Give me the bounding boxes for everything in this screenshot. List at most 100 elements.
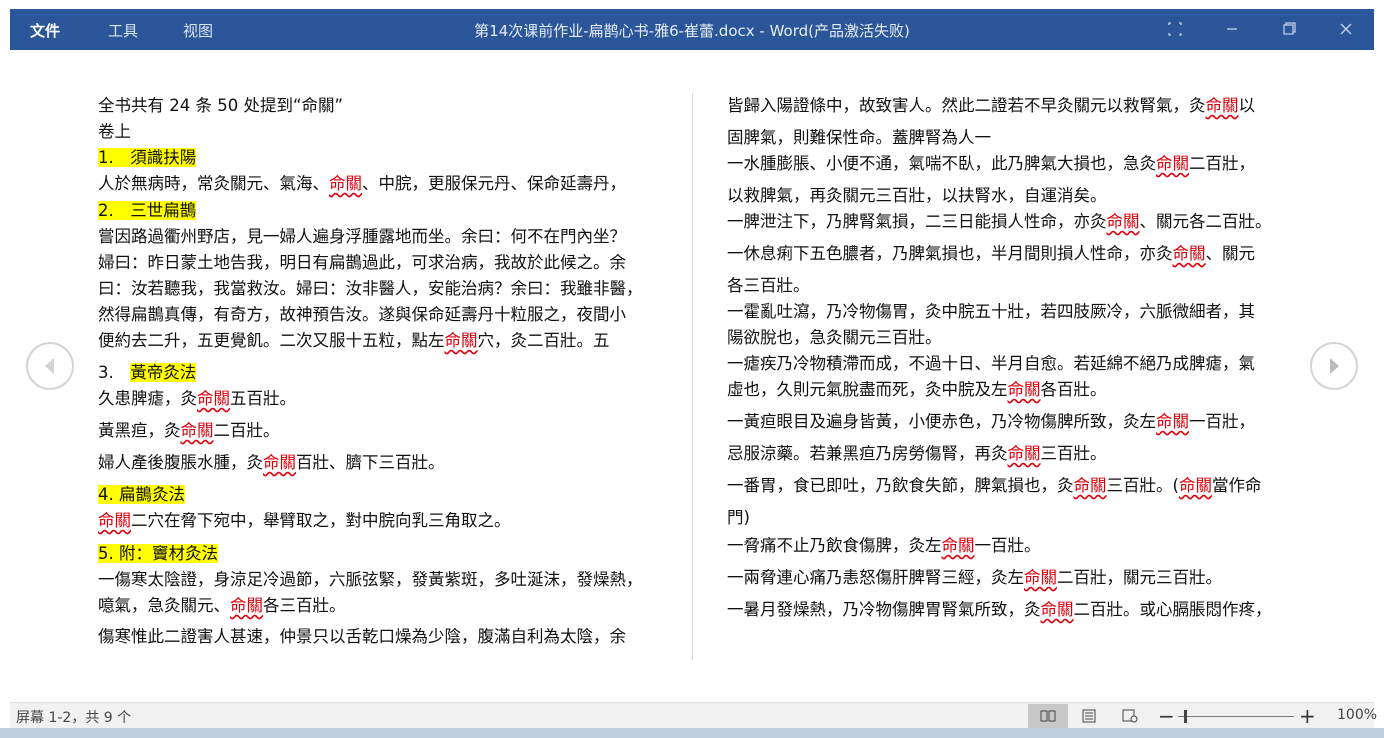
text-run: 固脾氣，則難保性命。蓋脾腎為人一 bbox=[727, 128, 991, 147]
text-run: 便約去二升，五更覺飢。二次又服十五粒，點左 bbox=[98, 331, 445, 350]
text-run: 、中脘，更服保元丹、保命延壽丹， bbox=[362, 174, 626, 193]
web-layout-button[interactable] bbox=[1110, 704, 1150, 728]
page-icon bbox=[1082, 709, 1096, 723]
highlighted-heading: 黃帝灸法 bbox=[130, 363, 197, 382]
focus-mode-icon[interactable] bbox=[1163, 17, 1187, 41]
text-line: 一霍亂吐瀉，乃冷物傷胃，灸中脘五十壯，若四肢厥冷，六脈微細者，其 bbox=[727, 298, 1255, 322]
close-icon[interactable] bbox=[1334, 17, 1358, 41]
book-icon bbox=[1040, 710, 1056, 722]
text-line: 婦曰：昨日蒙土地告我，明日有扁鵲過此，可求治病，我故於此候之。余 bbox=[98, 249, 626, 273]
text-run: 一瘧疾乃冷物積滯而成，不過十日、半月自愈。若延綿不絕乃成脾瘧，氣 bbox=[727, 354, 1255, 373]
zoom-level[interactable]: 100% bbox=[1337, 707, 1377, 723]
text-line: 一傷寒太陰證，身涼足冷過節，六脈弦緊，發黃紫斑，多吐涎沫，發燥熱， bbox=[98, 566, 643, 590]
taskbar bbox=[0, 728, 1384, 738]
text-line: 黃黑疸，灸命關二百壯。 bbox=[98, 417, 280, 441]
text-line: 久患脾瘧，灸命關五百壯。 bbox=[98, 385, 296, 409]
zoom-slider[interactable] bbox=[1178, 716, 1294, 717]
spelling-flag-text: 命關 bbox=[263, 453, 296, 472]
text-run: 曰：汝若聽我，我當救汝。婦曰：汝非醫人，安能治病？余曰：我雖非醫， bbox=[98, 279, 643, 298]
text-run: 各三百壯。 bbox=[727, 276, 810, 295]
text-run: 各百壯。 bbox=[1040, 380, 1107, 399]
text-run: 當作命 bbox=[1211, 476, 1262, 495]
spelling-flag-text: 命關 bbox=[98, 511, 131, 530]
minimize-icon[interactable] bbox=[1220, 17, 1244, 41]
text-line: 1. 須識扶陽 bbox=[98, 144, 197, 168]
text-run: 虛也，久則元氣脫盡而死，灸中脘及左 bbox=[727, 380, 1008, 399]
spelling-flag-text: 命關 bbox=[1178, 476, 1212, 495]
text-line: 忌服涼藥。若兼黑疸乃房勞傷腎，再灸命關三百壯。 bbox=[727, 440, 1107, 464]
spelling-flag-text: 命關 bbox=[1073, 476, 1107, 495]
text-line: 2. 三世扁鵲 bbox=[98, 197, 197, 221]
text-line: 婦人產後腹脹水腫，灸命關百壯、臍下三百壯。 bbox=[98, 449, 445, 473]
text-run: 一兩脅連心痛乃恚怒傷肝脾腎三經，灸左 bbox=[727, 568, 1024, 587]
status-bar: 屏幕 1-2，共 9 个 − + 100% bbox=[10, 702, 1377, 729]
text-run: 噫氣，急灸關元、 bbox=[98, 596, 230, 615]
text-run: 以 bbox=[1238, 96, 1256, 115]
highlighted-heading: 4. 扁鵲灸法 bbox=[98, 485, 185, 504]
text-line: 全书共有 24 条 50 处提到“命關” bbox=[98, 92, 343, 116]
zoom-in-button[interactable]: + bbox=[1299, 704, 1316, 728]
text-run: 二百壯。或心膈脹悶作疼， bbox=[1073, 600, 1272, 619]
text-line: 曰：汝若聽我，我當救汝。婦曰：汝非醫人，安能治病？余曰：我雖非醫， bbox=[98, 275, 643, 299]
text-run: 黃黑疸，灸 bbox=[98, 421, 181, 440]
read-mode-button[interactable] bbox=[1028, 704, 1068, 728]
next-page-button[interactable] bbox=[1310, 342, 1358, 390]
spelling-flag-text: 命關 bbox=[230, 596, 263, 615]
text-line: 一暑月發燥熱，乃冷物傷脾胃腎氣所致，灸命關二百壯。或心膈脹悶作疼， bbox=[727, 596, 1272, 620]
text-run: 各三百壯。 bbox=[263, 596, 346, 615]
text-run: 、關元各二百壯。 bbox=[1139, 212, 1272, 231]
spelling-flag-text: 命關 bbox=[1007, 444, 1041, 463]
text-run: 卷上 bbox=[98, 122, 131, 141]
text-run: 一傷寒太陰證，身涼足冷過節，六脈弦緊，發黃紫斑，多吐涎沫，發燥熱， bbox=[98, 570, 643, 589]
zoom-control: − + 100% bbox=[1156, 703, 1377, 729]
text-line: 一兩脅連心痛乃恚怒傷肝脾腎三經，灸左命關二百壯，關元三百壯。 bbox=[727, 564, 1222, 588]
zoom-out-button[interactable]: − bbox=[1158, 704, 1175, 728]
page-divider bbox=[692, 93, 693, 660]
text-line: 卷上 bbox=[98, 118, 131, 142]
spelling-flag-text: 命關 bbox=[1024, 568, 1057, 587]
text-run: 二百壯， bbox=[1189, 154, 1255, 173]
text-line: 一水腫膨脹、小便不通，氣喘不臥，此乃脾氣大損也，急灸命關二百壯， bbox=[727, 150, 1255, 174]
text-run: 一百壯， bbox=[1189, 412, 1255, 431]
text-line: 皆歸入陽證條中，故致害人。然此二證若不早灸關元以救腎氣，灸命關以 bbox=[727, 92, 1255, 116]
text-line: 一番胃，食已即吐，乃飲食失節，脾氣損也，灸命關三百壯。(命關當作命 bbox=[727, 472, 1261, 496]
prev-page-button[interactable] bbox=[26, 342, 74, 390]
text-run: 一休息痢下五色膿者，乃脾氣損也，半月間則損人性命，亦灸 bbox=[727, 244, 1173, 263]
spelling-flag-text: 命關 bbox=[1007, 380, 1041, 399]
text-line: 然得扁鵲真傳，有奇方，故神預告汝。遂與保命延壽丹十粒服之，夜間小 bbox=[98, 301, 626, 325]
text-run: 一霍亂吐瀉，乃冷物傷胃，灸中脘五十壯，若四肢厥冷，六脈微細者，其 bbox=[727, 302, 1255, 321]
text-line: 便約去二升，五更覺飢。二次又服十五粒，點左命關穴，灸二百壯。五 bbox=[98, 327, 610, 351]
print-layout-button[interactable] bbox=[1069, 704, 1109, 728]
text-line: 陽欲脫也，急灸關元三百壯。 bbox=[727, 324, 942, 348]
text-run: 一番胃，食已即吐，乃飲食失節，脾氣損也，灸 bbox=[727, 476, 1074, 495]
chevron-left-icon bbox=[45, 358, 54, 374]
text-run: 百壯、臍下三百壯。 bbox=[296, 453, 445, 472]
web-icon bbox=[1122, 709, 1138, 723]
restore-icon[interactable] bbox=[1277, 17, 1301, 41]
text-run: 人於無病時，常灸關元、氣海、 bbox=[98, 174, 329, 193]
text-line: 各三百壯。 bbox=[727, 272, 810, 296]
text-line: 虛也，久則元氣脫盡而死，灸中脘及左命關各百壯。 bbox=[727, 376, 1107, 400]
text-run: 三百壯。( bbox=[1106, 476, 1179, 495]
spelling-flag-text: 命關 bbox=[1040, 600, 1074, 619]
text-line: 傷寒惟此二證害人甚速，仲景只以舌乾口燥為少陰，腹滿自利為太陰，余 bbox=[98, 623, 626, 647]
text-line: 人於無病時，常灸關元、氣海、命關、中脘，更服保元丹、保命延壽丹， bbox=[98, 170, 626, 194]
spelling-flag-text: 命關 bbox=[1156, 154, 1189, 173]
spelling-flag-text: 命關 bbox=[180, 421, 214, 440]
zoom-slider-thumb[interactable] bbox=[1184, 710, 1187, 723]
text-run: 嘗因路過衢州野店，見一婦人遍身浮腫露地而坐。余曰：何不在門內坐？ bbox=[98, 227, 626, 246]
text-line: 噫氣，急灸關元、命關各三百壯。 bbox=[98, 592, 346, 616]
spelling-flag-text: 命關 bbox=[1106, 212, 1140, 231]
text-run: 二百壯，關元三百壯。 bbox=[1057, 568, 1222, 587]
text-line: 5. 附：竇材灸法 bbox=[98, 540, 218, 564]
spelling-flag-text: 命關 bbox=[941, 536, 975, 555]
text-line: 3. 黃帝灸法 bbox=[98, 359, 197, 383]
chevron-right-icon bbox=[1330, 358, 1339, 374]
text-run: 以救脾氣，再灸關元三百壯，以扶腎水，自運消矣。 bbox=[727, 186, 1107, 205]
text-line: 4. 扁鵲灸法 bbox=[98, 481, 185, 505]
text-line: 一黃疸眼目及遍身皆黃，小便赤色，乃冷物傷脾所致，灸左命關一百壯， bbox=[727, 408, 1255, 432]
highlighted-heading: 2. 三世扁鵲 bbox=[98, 201, 197, 220]
text-run: 全书共有 24 条 50 处提到“命關” bbox=[98, 96, 344, 115]
text-run: 穴，灸二百壯。五 bbox=[477, 331, 610, 350]
text-line: 一休息痢下五色膿者，乃脾氣損也，半月間則損人性命，亦灸命關、關元 bbox=[727, 240, 1255, 264]
